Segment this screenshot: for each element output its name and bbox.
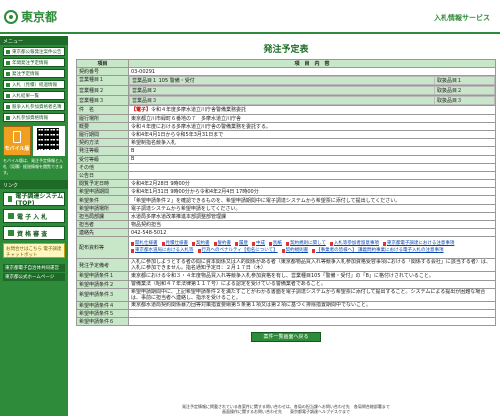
qr-code-panel xyxy=(33,126,65,156)
mobile-note: モバイル版は、発注予定情報と入札（見積）経過情報を閲覧できます。 xyxy=(3,158,63,175)
bullet-icon xyxy=(6,104,10,109)
electronic-badge: 【電子】 xyxy=(131,107,152,114)
table-row-note: 発注予定備考 入札に参加しようとする者の間に資本関係又は人的関係がある者（東京都物… xyxy=(76,258,496,273)
table-row: 公告日 xyxy=(76,170,496,181)
bullet-icon xyxy=(6,49,10,54)
mobile-feature: モバイル版 xyxy=(3,126,65,156)
table-row-condition: 希望申請条件３ 希望申請期間中に、上記希望申請条件２を満たすことがわかる書面を電子… xyxy=(76,287,496,302)
sidebar-item-qualification-info[interactable]: 入札参加資格情報 xyxy=(3,113,65,122)
sidebar-item-qualified-list[interactable]: 競争入札参加資格者名簿 xyxy=(3,102,65,111)
tokyo-logo[interactable]: 東京都 xyxy=(4,8,57,25)
table-row-business: 営業種目３ 営業品目３ 取扱品目３ xyxy=(76,95,496,107)
service-title: 入札情報サービス xyxy=(434,14,490,22)
order-plan-table: 項目 項 目 内 容 契約番号 03-00291 営業種目１ 営業品目１ 105 … xyxy=(76,58,496,327)
file-link[interactable]: 開札仕様書 xyxy=(131,241,158,247)
bullet-icon xyxy=(6,71,10,76)
footer-line-2: 画面操作に関するお問い合わせ先 東京都電子調達ヘルプデスクまで xyxy=(222,409,350,414)
table-row: 契約方法 希望制指名競争入札 xyxy=(76,138,496,148)
table-row: 受付等級 B xyxy=(76,154,496,164)
file-link[interactable]: 契約規則に関して xyxy=(286,241,326,247)
table-row: 希望申請期間 令和4年1月31日 9時00分から令和4年2月4日 17時00分 xyxy=(76,187,496,197)
table-row: その他 xyxy=(76,162,496,172)
table-row-files: 配布資料等 開札仕様書 見積仕様書 契約書 誓約書 履歴 中成 別紙 契約規則に… xyxy=(76,236,496,260)
file-link[interactable]: 見積仕様書 xyxy=(162,241,189,247)
arrow-icon xyxy=(8,230,14,236)
mobile-link[interactable]: モバイル版 xyxy=(3,126,31,156)
sidebar: メニュー 東京都公報発注案件公告 年間発注予定情報 発注予定情報 入札（見積）経… xyxy=(0,36,68,416)
footer: 発注予定情報に掲載されている各案件に関する問い合わせは、各局の担当課へお問い合わ… xyxy=(76,404,496,414)
file-links: 開札仕様書 見積仕様書 契約書 誓約書 履歴 中成 別紙 契約規則に関して 入札… xyxy=(131,241,493,254)
main-content: 発注予定表 項目 項 目 内 容 契約番号 03-00291 営業種目１ 営業品目… xyxy=(76,36,496,343)
link-tokyo-official[interactable]: 東京都公式ホームページ xyxy=(3,273,65,281)
table-row-condition: 希望申請条件２ 警備業法（昭和４７年法律第１１７号）による認定を受けている警備業者… xyxy=(76,279,496,289)
table-row: 履行期間 令和4年4月1日から令和5年3月31日まで xyxy=(76,129,496,140)
table-row: 希望条件 「希望申請条件２」を確認できるものを、希望申請期間中に電子調達システムか… xyxy=(76,195,496,205)
file-link[interactable]: 履歴 xyxy=(235,241,248,247)
arrow-icon xyxy=(8,196,13,202)
file-link[interactable]: 契約規則書 xyxy=(282,248,309,254)
file-link[interactable]: 行為ヘのペナルティ【指名について】 xyxy=(198,248,278,254)
file-link[interactable]: 中成 xyxy=(252,241,265,247)
table-row-condition: 希望申請条件５ xyxy=(76,308,496,319)
sidebar-item-public-notice[interactable]: 東京都公報発注案件公告 xyxy=(3,47,65,56)
sidebar-menu-heading: メニュー xyxy=(0,36,68,45)
business-subtable: 営業品目１ 105 警備・受付 取扱品目１ xyxy=(129,76,495,85)
table-row: 連絡先 042-548-5012 xyxy=(76,228,496,238)
table-row-condition: 希望申請条件１ 東京都における令和３・４年度物品買入れ等競争入札参加資格を有し、営… xyxy=(76,271,496,281)
table-row-business: 営業種目１ 営業品目１ 105 警備・受付 取扱品目１ xyxy=(76,75,496,87)
bullet-icon xyxy=(6,115,10,120)
link-joint-operation[interactable]: 東京都電子自治体共同運営 xyxy=(3,264,65,272)
file-link[interactable]: 東京都電子調達における注意事項 xyxy=(383,241,455,247)
table-row: 契約番号 03-00291 xyxy=(76,67,496,77)
file-link[interactable]: 【事業者の皆様へ】 講義問約事業における電子入札の注意事項 xyxy=(312,248,443,254)
qualification-review-button[interactable]: 資 格 審 査 xyxy=(3,226,65,240)
sidebar-item-order-plan[interactable]: 発注予定情報 xyxy=(3,69,65,78)
sidebar-item-bid-results[interactable]: 入札結果一覧 xyxy=(3,91,65,100)
table-row: 発注等級 B xyxy=(76,146,496,156)
col-content-header: 項 目 内 容 xyxy=(128,58,496,69)
table-row: 希望申請場所 電子調達システムから希望申請をしてください。 xyxy=(76,203,496,213)
bullet-icon xyxy=(6,60,10,65)
file-link[interactable]: 契約書 xyxy=(192,241,210,247)
file-link[interactable]: 入札等参加者留意事項 xyxy=(330,241,379,247)
page-title: 発注予定表 xyxy=(263,45,309,55)
table-row: 担当者 物品契約担当 xyxy=(76,219,496,230)
table-header-row: 項目 項 目 内 容 xyxy=(76,58,496,69)
qr-code-icon xyxy=(37,128,59,150)
bullet-icon xyxy=(6,93,10,98)
header-bar: 東京都 入札情報サービス xyxy=(0,0,500,34)
file-link[interactable]: 東京都水道局における入札等 xyxy=(131,248,194,254)
table-row-business: 営業種目２ 営業品目２ 取扱品目２ xyxy=(76,85,496,97)
table-row-condition: 希望申請条件４ 東京都水道局契約関係暴力団等対策措置要綱第５条第１項又は第２項に基… xyxy=(76,300,496,310)
table-row-condition: 希望申請条件６ xyxy=(76,317,496,327)
back-to-list-button[interactable]: 案件一覧画面へ戻る xyxy=(251,332,321,343)
logo-text: 東京都 xyxy=(21,10,58,24)
table-row: 閲覧予定日時 令和4年2月28日 9時00分 xyxy=(76,179,496,189)
sidebar-item-annual-plan[interactable]: 年間発注予定情報 xyxy=(3,58,65,67)
table-row: 概要 令和４年度における多摩水道立川庁舎の警備業務を委託する。 xyxy=(76,121,496,131)
bullet-icon xyxy=(6,82,10,87)
sidebar-links-heading: リンク xyxy=(0,180,68,189)
table-row: 履行場所 東京都立川市緑町６番地の７ 多摩水道立川庁舎 xyxy=(76,113,496,123)
file-link[interactable]: 誓約書 xyxy=(214,241,232,247)
table-row-title: 件 名【電子】令和４年度多摩水道立川庁舎警備業務委託 xyxy=(76,105,496,115)
e-procurement-top-button[interactable]: 電子調達システム(TOP) xyxy=(3,192,65,207)
tokyo-emblem-icon xyxy=(4,9,18,24)
sidebar-item-bid-progress[interactable]: 入札（見積）経過情報 xyxy=(3,80,65,89)
table-row: 担当局部課 水道局多摩水道改革推進本部調整部管理課 xyxy=(76,211,496,222)
file-link[interactable]: 別紙 xyxy=(269,241,282,247)
chatbot-button[interactable]: お問合せはこちら 電子調達チャットボット xyxy=(3,243,65,258)
col-item-header: 項目 xyxy=(76,58,129,69)
mobile-phone-icon xyxy=(13,130,21,143)
e-bidding-button[interactable]: 電 子 入 札 xyxy=(3,209,65,223)
arrow-icon xyxy=(8,213,14,219)
